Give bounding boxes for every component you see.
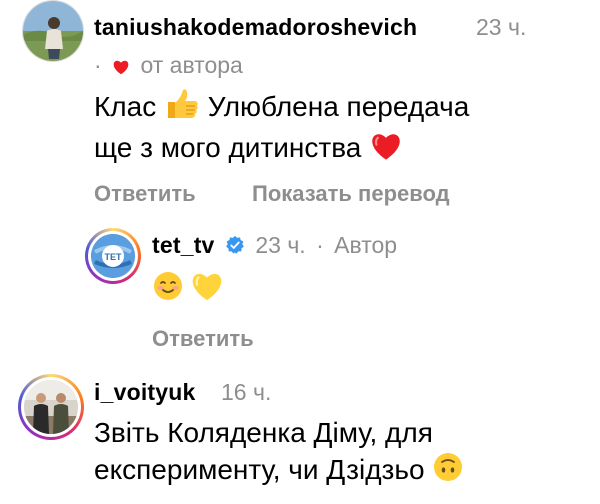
tet-logo-icon: ТЕТ xyxy=(91,234,135,278)
upside-down-face-icon xyxy=(432,451,464,492)
avatar[interactable]: ТЕТ xyxy=(85,228,141,284)
comment-text xyxy=(152,270,224,307)
comment-text: Звіть Коляденка Діму, для експерименту, … xyxy=(94,414,594,492)
heart-icon xyxy=(112,54,130,81)
author-like-label: от автора xyxy=(140,52,243,78)
avatar-text: ТЕТ xyxy=(105,252,123,262)
show-translation-button[interactable]: Показать перевод xyxy=(252,181,450,207)
thumbs-up-icon xyxy=(164,88,200,129)
separator-dot: · xyxy=(316,232,324,258)
timestamp: 23 ч. xyxy=(255,232,306,258)
comment-header: tet_tv 23 ч. · Автор xyxy=(152,232,397,261)
username[interactable]: i_voityuk xyxy=(94,379,196,406)
username[interactable]: tet_tv xyxy=(152,232,215,258)
avatar-photo xyxy=(24,380,78,434)
smiling-face-icon xyxy=(152,270,184,307)
avatar[interactable] xyxy=(22,0,84,62)
avatar[interactable] xyxy=(18,374,84,440)
reply-button[interactable]: Ответить xyxy=(152,326,254,352)
liked-by-author: · от автора xyxy=(94,52,243,81)
comment-text: Клас Улюблена передача ще з мого дитинст… xyxy=(94,88,594,170)
timestamp: 23 ч. xyxy=(476,14,527,40)
verified-badge-icon xyxy=(225,234,245,261)
yellow-heart-icon xyxy=(190,270,224,307)
avatar-photo xyxy=(23,1,83,61)
separator-dot: · xyxy=(94,52,102,78)
username[interactable]: taniushakodemadoroshevich xyxy=(94,14,417,41)
red-heart-icon xyxy=(369,131,403,170)
reply-button[interactable]: Ответить xyxy=(94,181,196,207)
author-label: Автор xyxy=(334,232,398,258)
timestamp: 16 ч. xyxy=(221,379,272,405)
